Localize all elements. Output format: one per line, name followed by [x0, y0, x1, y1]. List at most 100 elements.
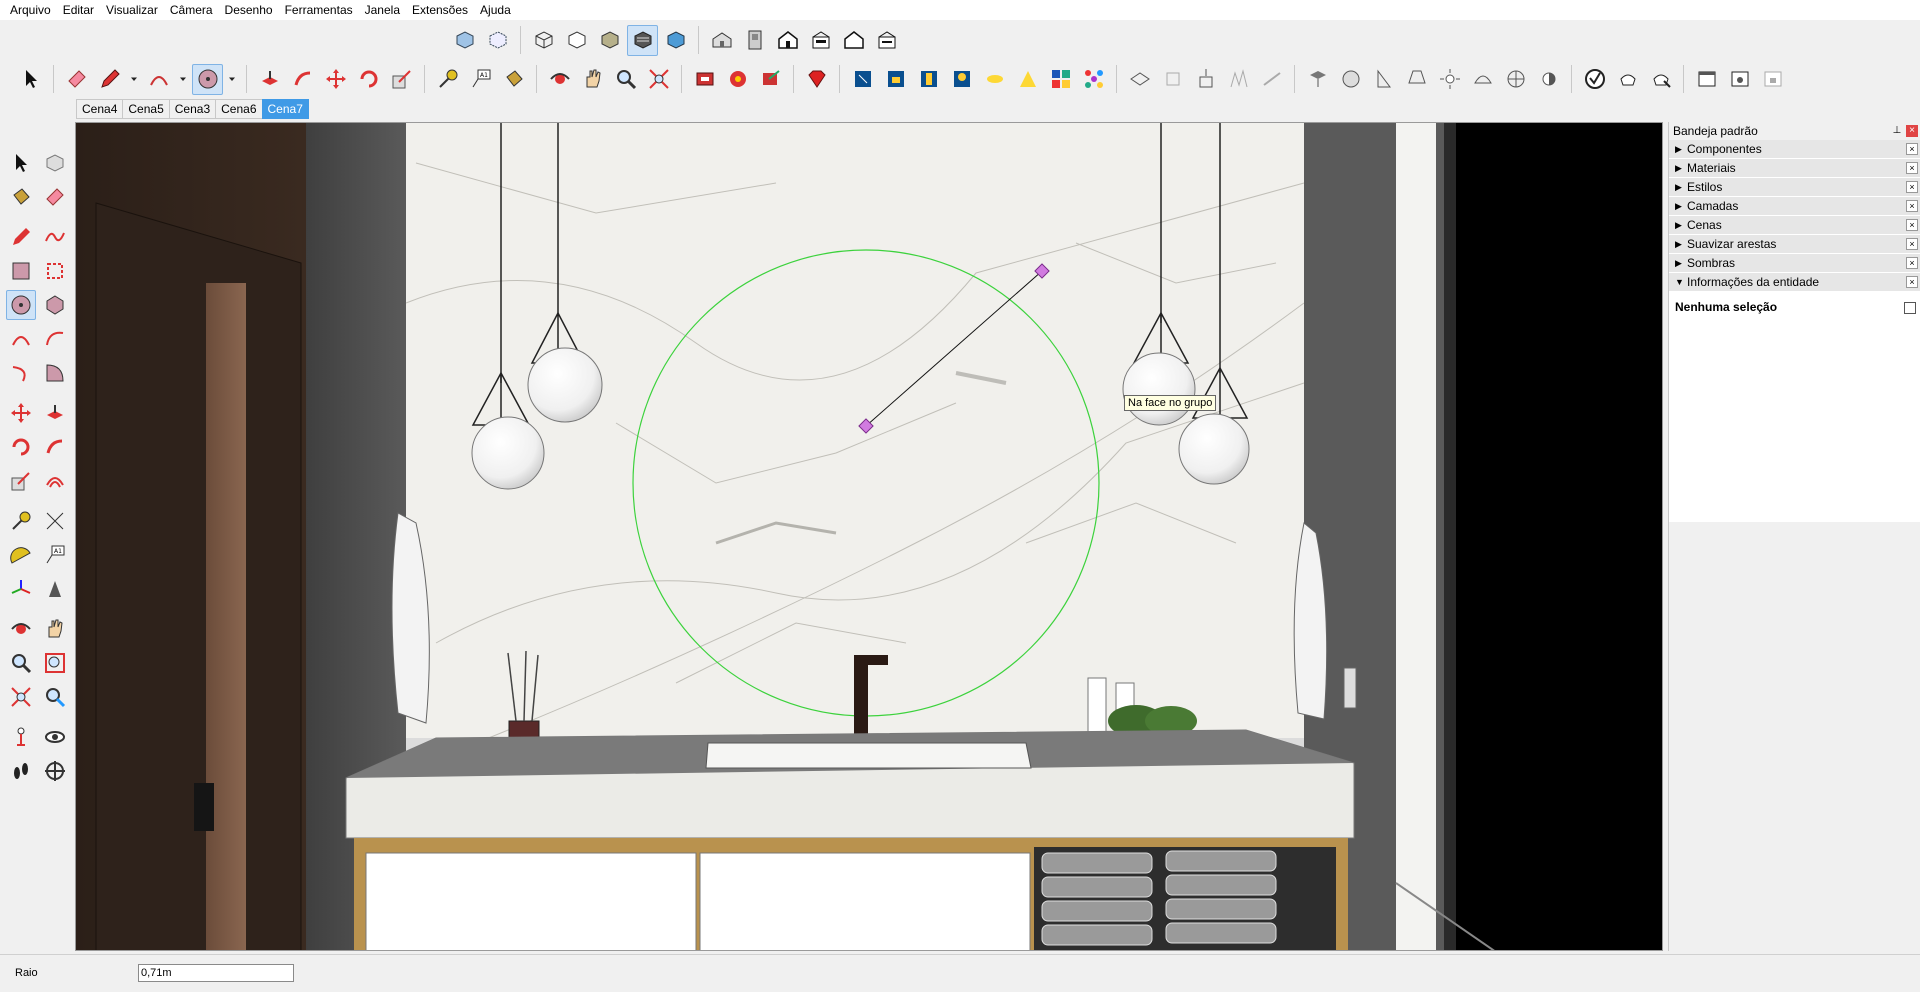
orbit-icon[interactable]: [6, 614, 36, 644]
close-icon[interactable]: ×: [1906, 181, 1918, 193]
circle-tool-icon[interactable]: [192, 63, 223, 95]
shaded-textures-icon[interactable]: [627, 24, 658, 56]
menu-ajuda[interactable]: Ajuda: [474, 0, 517, 20]
left-view-icon[interactable]: [871, 25, 902, 56]
sphere-icon[interactable]: [1335, 64, 1366, 95]
extension-warehouse-icon[interactable]: [722, 64, 753, 95]
lock-icon[interactable]: [1757, 64, 1788, 95]
axes-icon[interactable]: [6, 574, 36, 604]
dimension-icon[interactable]: [40, 506, 70, 536]
dropdown-arrow-icon[interactable]: [225, 64, 239, 95]
menu-visualizar[interactable]: Visualizar: [100, 0, 164, 20]
shaded-icon[interactable]: [594, 25, 625, 56]
freehand-icon[interactable]: [40, 222, 70, 252]
soften-icon[interactable]: [979, 64, 1010, 95]
section-cut-icon[interactable]: [880, 64, 911, 95]
front-view-icon[interactable]: [772, 25, 803, 56]
right-view-icon[interactable]: [805, 25, 836, 56]
protractor-icon[interactable]: [6, 540, 36, 570]
scale-icon[interactable]: [6, 466, 36, 496]
back-edges-icon[interactable]: [482, 25, 513, 56]
paint-bucket-icon[interactable]: [6, 182, 36, 212]
zoom-icon[interactable]: [6, 648, 36, 678]
rectangle-icon[interactable]: [6, 256, 36, 286]
globe-icon[interactable]: [1500, 64, 1531, 95]
tape-measure-icon[interactable]: [6, 506, 36, 536]
panel-estilos[interactable]: ▶ Estilos ×: [1669, 178, 1920, 197]
select-icon[interactable]: [15, 64, 46, 95]
make-component-icon[interactable]: [40, 148, 70, 178]
panel-informacoes-entidade[interactable]: ▼ Informações da entidade ×: [1669, 273, 1920, 292]
offset-icon[interactable]: [40, 466, 70, 496]
3d-text-icon[interactable]: [40, 574, 70, 604]
text-icon[interactable]: A1: [465, 64, 496, 95]
film-strip-icon[interactable]: [913, 64, 944, 95]
stamp-icon[interactable]: [1157, 64, 1188, 95]
zoom-window-icon[interactable]: [40, 648, 70, 678]
position-camera-icon[interactable]: [1302, 64, 1333, 95]
tab-cena6[interactable]: Cena6: [215, 99, 263, 119]
position-camera-icon[interactable]: [6, 722, 36, 752]
tab-cena4[interactable]: Cena4: [76, 99, 124, 119]
pencil-icon[interactable]: [94, 64, 125, 95]
pan-icon[interactable]: [577, 64, 608, 95]
vray-icon[interactable]: [1579, 64, 1610, 95]
close-icon[interactable]: ×: [1906, 219, 1918, 231]
iso-view-icon[interactable]: [706, 25, 737, 56]
dropdown-arrow-icon[interactable]: [127, 64, 141, 95]
close-icon[interactable]: ×: [1906, 125, 1918, 137]
sandbox-icon[interactable]: [1124, 64, 1155, 95]
move-icon[interactable]: [6, 398, 36, 428]
tree-icon[interactable]: [946, 64, 977, 95]
teapot-icon[interactable]: [1612, 64, 1643, 95]
rotate-icon[interactable]: [353, 64, 384, 95]
section-plane-icon[interactable]: [40, 756, 70, 786]
warehouse-icon[interactable]: [689, 64, 720, 95]
select-icon[interactable]: [6, 148, 36, 178]
previous-view-icon[interactable]: [40, 682, 70, 712]
dropdown-arrow-icon[interactable]: [176, 64, 190, 95]
color-dots-icon[interactable]: [1078, 64, 1109, 95]
circle-tool-icon[interactable]: [6, 290, 36, 320]
measurements-input[interactable]: [138, 964, 294, 982]
top-view-icon[interactable]: [739, 25, 770, 56]
panel-camadas[interactable]: ▶ Camadas ×: [1669, 197, 1920, 216]
extension-manager-icon[interactable]: [801, 64, 832, 95]
wireframe-icon[interactable]: [528, 25, 559, 56]
pie-icon[interactable]: [40, 358, 70, 388]
close-icon[interactable]: ×: [1906, 238, 1918, 250]
tab-cena7[interactable]: Cena7: [261, 99, 309, 119]
two-point-arc-icon[interactable]: [40, 324, 70, 354]
polygon-icon[interactable]: [40, 290, 70, 320]
spotlight-icon[interactable]: [1368, 64, 1399, 95]
panel-suavizar-arestas[interactable]: ▶ Suavizar arestas ×: [1669, 235, 1920, 254]
orbit-icon[interactable]: [544, 64, 575, 95]
add-detail-icon[interactable]: [1223, 64, 1254, 95]
share-model-icon[interactable]: [755, 64, 786, 95]
walk-icon[interactable]: [6, 756, 36, 786]
menu-ferramentas[interactable]: Ferramentas: [279, 0, 359, 20]
details-toggle-icon[interactable]: [1904, 302, 1916, 314]
push-pull-icon[interactable]: [254, 64, 285, 95]
tab-cena5[interactable]: Cena5: [122, 99, 170, 119]
panel-sombras[interactable]: ▶ Sombras ×: [1669, 254, 1920, 273]
line-icon[interactable]: [6, 222, 36, 252]
paint-bucket-icon[interactable]: [498, 64, 529, 95]
rotate-icon[interactable]: [6, 432, 36, 462]
rotated-rectangle-icon[interactable]: [40, 256, 70, 286]
exposure-icon[interactable]: [1533, 64, 1564, 95]
interactive-render-icon[interactable]: [1645, 64, 1676, 95]
back-view-icon[interactable]: [838, 25, 869, 56]
dome-icon[interactable]: [1467, 64, 1498, 95]
3d-viewport[interactable]: Na face no grupo: [75, 122, 1663, 951]
xray-icon[interactable]: [449, 25, 480, 56]
pan-icon[interactable]: [40, 614, 70, 644]
move-icon[interactable]: [320, 64, 351, 95]
eraser-icon[interactable]: [40, 182, 70, 212]
close-icon[interactable]: ×: [1906, 200, 1918, 212]
close-icon[interactable]: ×: [1906, 257, 1918, 269]
menu-desenho[interactable]: Desenho: [219, 0, 279, 20]
monochrome-icon[interactable]: [660, 25, 691, 56]
panel-materiais[interactable]: ▶ Materiais ×: [1669, 159, 1920, 178]
zoom-icon[interactable]: [610, 64, 641, 95]
